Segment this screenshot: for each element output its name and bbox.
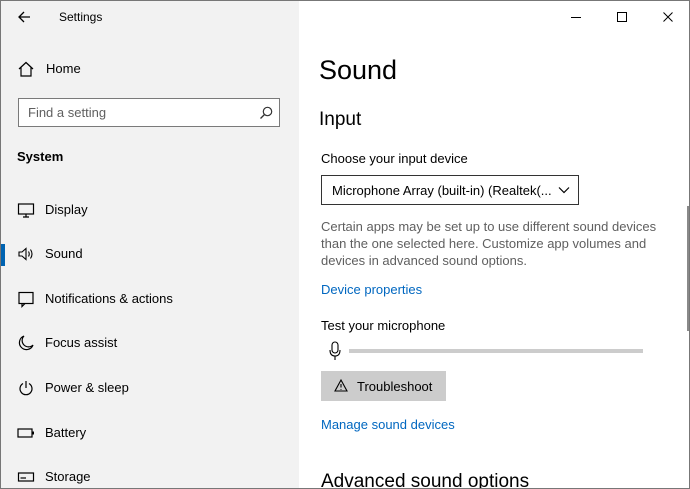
home-icon <box>18 61 34 77</box>
sidebar-item-storage[interactable]: Storage <box>1 458 299 488</box>
input-description: Certain apps may be set up to use differ… <box>321 219 657 268</box>
microphone-icon <box>329 341 341 360</box>
power-icon <box>19 381 33 396</box>
selection-indicator <box>1 244 5 266</box>
sidebar-item-sound[interactable]: Sound <box>1 235 299 275</box>
advanced-sound-options-heading: Advanced sound options <box>321 471 530 489</box>
battery-icon <box>17 428 34 438</box>
input-device-value: Microphone Array (built-in) (Realtek(... <box>332 183 552 198</box>
maximize-icon <box>617 12 627 22</box>
sidebar-item-label: Focus assist <box>45 335 118 350</box>
main-content: Sound Input Choose your input device Mic… <box>299 1 689 488</box>
moon-icon <box>18 335 34 351</box>
search-box <box>18 98 280 127</box>
search-input[interactable] <box>20 100 258 125</box>
input-device-dropdown[interactable]: Microphone Array (built-in) (Realtek(... <box>321 175 579 205</box>
sidebar-item-label: Storage <box>45 469 91 484</box>
sidebar-item-focus-assist[interactable]: Focus assist <box>1 324 299 364</box>
chevron-down-icon <box>558 187 570 194</box>
scrollbar[interactable] <box>687 206 689 331</box>
sidebar-item-label: Sound <box>45 246 83 261</box>
back-arrow-icon <box>18 11 30 23</box>
close-button[interactable] <box>645 1 689 33</box>
minimize-icon <box>571 17 581 18</box>
sidebar-item-label: Battery <box>45 425 87 440</box>
sidebar-item-power-sleep[interactable]: Power & sleep <box>1 369 299 409</box>
speaker-icon <box>18 247 33 261</box>
input-device-label: Choose your input device <box>321 151 468 166</box>
close-icon <box>663 12 673 22</box>
minimize-button[interactable] <box>553 1 599 33</box>
display-icon <box>17 203 35 218</box>
notifications-icon <box>18 291 34 308</box>
section-heading: System <box>17 149 64 164</box>
manage-sound-devices-link[interactable]: Manage sound devices <box>321 417 455 432</box>
page-title: Sound <box>319 55 398 85</box>
maximize-button[interactable] <box>599 1 645 33</box>
test-microphone-label: Test your microphone <box>321 318 446 333</box>
sidebar-item-notifications[interactable]: Notifications & actions <box>1 280 299 320</box>
sidebar-item-label: Notifications & actions <box>45 291 173 306</box>
storage-icon <box>17 472 35 482</box>
input-heading: Input <box>319 109 362 130</box>
app-title: Settings <box>59 10 103 24</box>
sidebar-item-label: Display <box>45 202 88 217</box>
back-button[interactable] <box>15 7 35 27</box>
search-icon[interactable] <box>259 106 273 120</box>
microphone-level-meter <box>349 349 643 353</box>
troubleshoot-button[interactable]: Troubleshoot <box>321 371 446 401</box>
sidebar-item-label: Power & sleep <box>45 380 129 395</box>
settings-window: Settings Home System Display <box>0 0 690 489</box>
sidebar: Settings Home System Display <box>1 1 299 488</box>
sidebar-item-display[interactable]: Display <box>1 191 299 231</box>
sidebar-item-home[interactable]: Home <box>1 50 299 90</box>
sidebar-item-label: Home <box>46 61 81 76</box>
warning-icon <box>334 379 348 392</box>
sidebar-item-battery[interactable]: Battery <box>1 414 299 454</box>
troubleshoot-label: Troubleshoot <box>357 379 433 394</box>
device-properties-link[interactable]: Device properties <box>321 282 422 297</box>
